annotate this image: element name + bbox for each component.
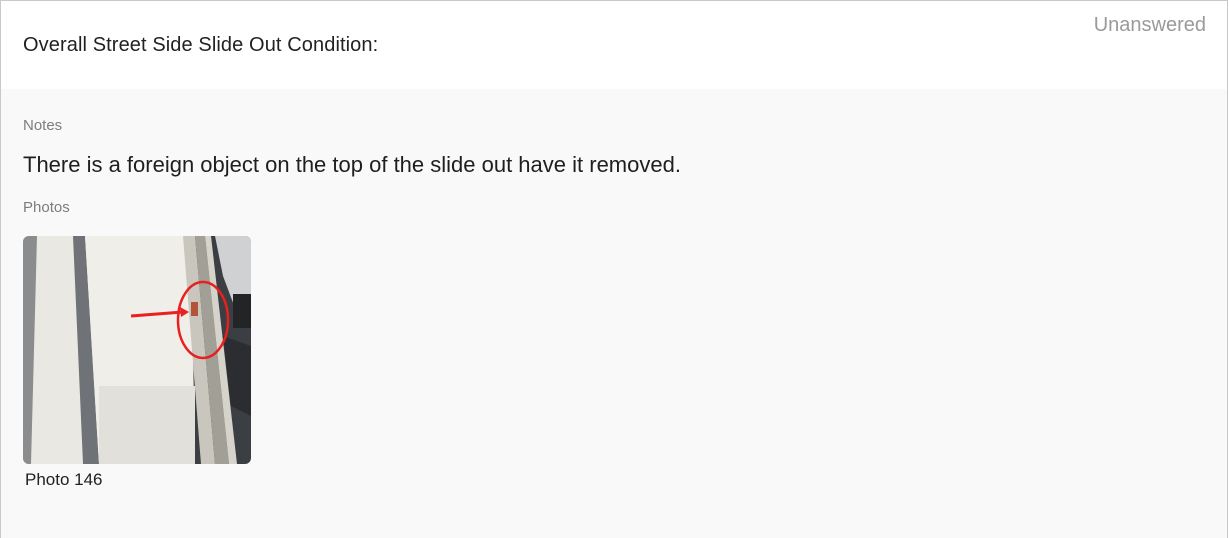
- photo-item[interactable]: Photo 146: [23, 236, 251, 490]
- item-header: Overall Street Side Slide Out Condition:…: [1, 1, 1227, 89]
- photo-caption: Photo 146: [25, 470, 103, 489]
- item-body: Notes There is a foreign object on the t…: [1, 89, 1227, 490]
- photo-thumbnail[interactable]: [23, 236, 251, 464]
- answer-status: Unanswered: [1093, 13, 1206, 36]
- inspection-item-card: Overall Street Side Slide Out Condition:…: [0, 0, 1228, 538]
- notes-label: Notes: [23, 117, 63, 134]
- item-title: Overall Street Side Slide Out Condition:: [23, 33, 379, 56]
- notes-text: There is a foreign object on the top of …: [23, 152, 681, 177]
- photos-label: Photos: [23, 199, 70, 216]
